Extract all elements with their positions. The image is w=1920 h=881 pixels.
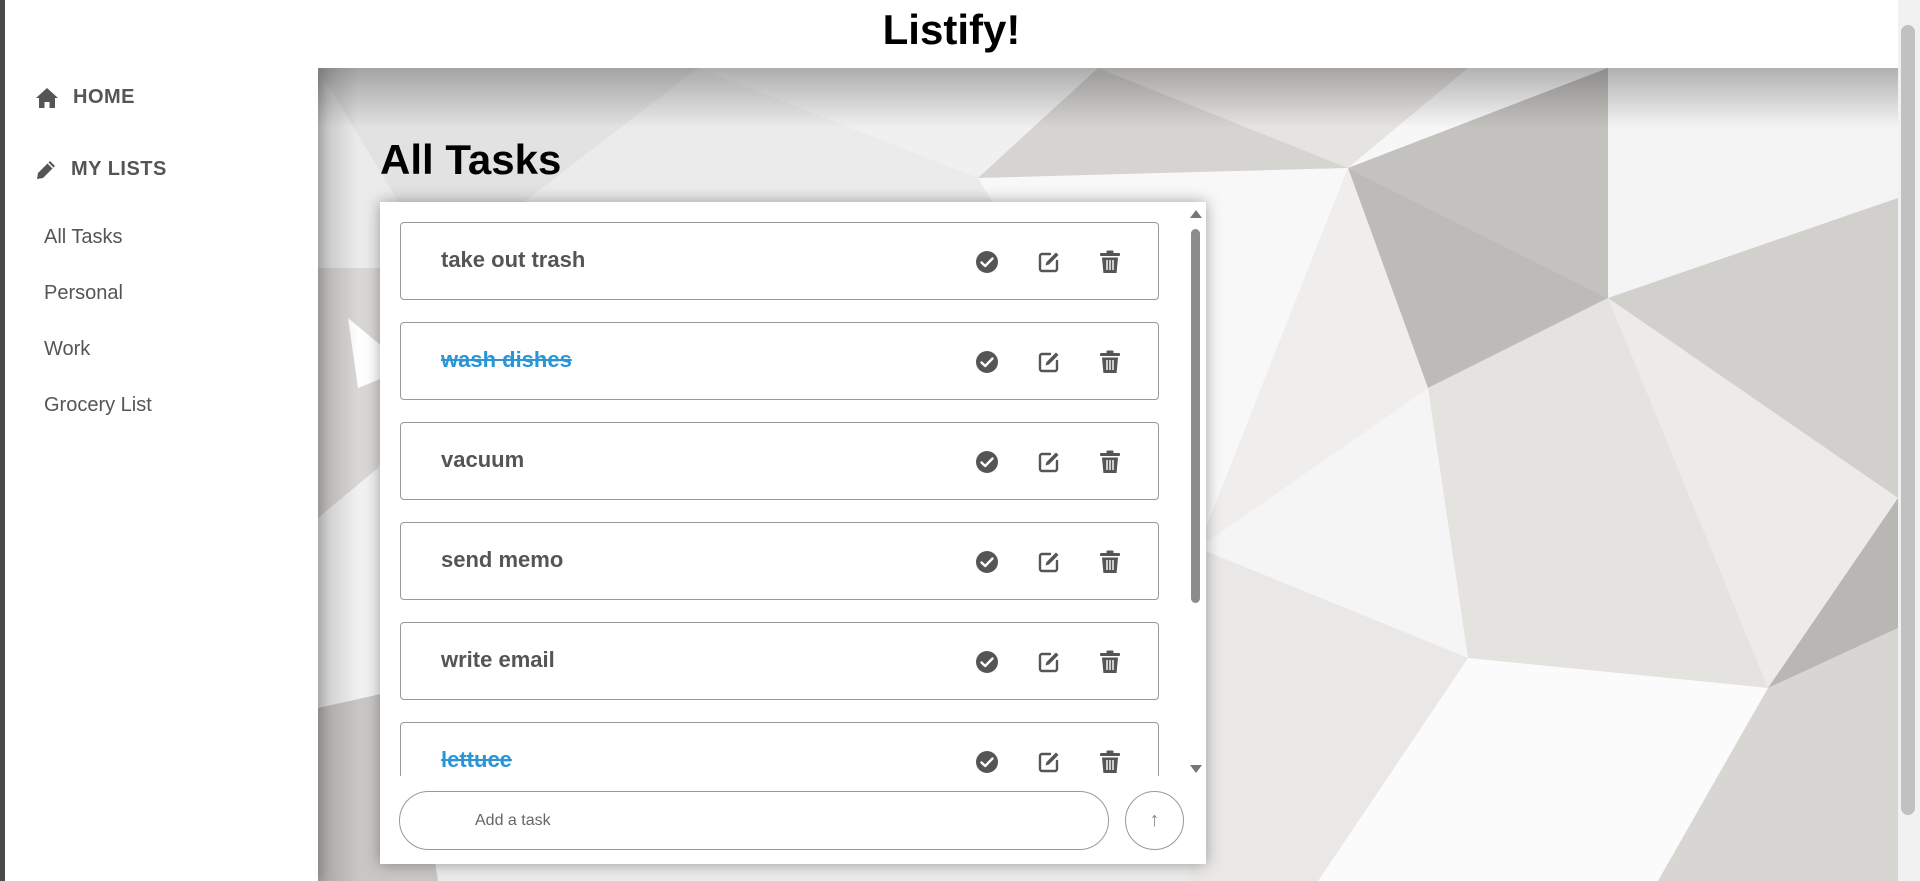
nav-my-lists-label: MY LISTS bbox=[71, 158, 167, 180]
trash-icon[interactable] bbox=[1096, 448, 1124, 476]
task-text: lettuce bbox=[441, 747, 512, 772]
app-title: Listify! bbox=[882, 6, 1021, 53]
add-task-bar: ↑ bbox=[380, 776, 1206, 864]
home-icon bbox=[35, 87, 59, 109]
edit-icon[interactable] bbox=[1035, 448, 1063, 476]
task-text: send memo bbox=[441, 547, 564, 572]
task-row[interactable]: write email bbox=[400, 622, 1159, 700]
trash-icon[interactable] bbox=[1096, 648, 1124, 676]
edit-icon[interactable] bbox=[1035, 548, 1063, 576]
header: Listify! bbox=[5, 0, 1898, 68]
nav-home[interactable]: HOME bbox=[35, 86, 135, 109]
header-shadow bbox=[318, 68, 1898, 128]
task-panel: take out trash wash dishes vacuum send memo… bbox=[380, 202, 1206, 864]
task-row[interactable]: vacuum bbox=[400, 422, 1159, 500]
scroll-up-arrow-icon[interactable] bbox=[1190, 210, 1202, 218]
check-circle-icon[interactable] bbox=[973, 248, 1001, 276]
trash-icon[interactable] bbox=[1096, 748, 1124, 776]
check-circle-icon[interactable] bbox=[973, 448, 1001, 476]
edit-icon[interactable] bbox=[1035, 748, 1063, 776]
task-text: wash dishes bbox=[441, 347, 572, 372]
task-row[interactable]: take out trash bbox=[400, 222, 1159, 300]
task-row[interactable]: lettuce bbox=[400, 722, 1159, 776]
main-content: All Tasks take out trash wash dishes vacuu… bbox=[318, 68, 1898, 881]
task-list[interactable]: take out trash wash dishes vacuum send memo… bbox=[380, 202, 1186, 776]
sidebar-item-personal[interactable]: Personal bbox=[44, 282, 123, 305]
pencil-icon bbox=[35, 159, 57, 181]
nav-home-label: HOME bbox=[73, 86, 135, 108]
trash-icon[interactable] bbox=[1096, 248, 1124, 276]
check-circle-icon[interactable] bbox=[973, 348, 1001, 376]
task-text: vacuum bbox=[441, 447, 525, 472]
edit-icon[interactable] bbox=[1035, 348, 1063, 376]
add-task-input[interactable] bbox=[399, 791, 1109, 850]
sidebar-shadow bbox=[318, 68, 358, 881]
app-window: Listify! HOME MY LISTS All Tasks Persona… bbox=[5, 0, 1898, 881]
task-text: take out trash bbox=[441, 247, 586, 272]
task-text: write email bbox=[441, 647, 555, 672]
task-row[interactable]: send memo bbox=[400, 522, 1159, 600]
trash-icon[interactable] bbox=[1096, 548, 1124, 576]
nav-my-lists[interactable]: MY LISTS bbox=[35, 158, 167, 181]
window-scrollbar-thumb[interactable] bbox=[1901, 25, 1915, 815]
task-row[interactable]: wash dishes bbox=[400, 322, 1159, 400]
window-scrollbar[interactable] bbox=[1898, 0, 1920, 881]
check-circle-icon[interactable] bbox=[973, 648, 1001, 676]
check-circle-icon[interactable] bbox=[973, 548, 1001, 576]
edit-icon[interactable] bbox=[1035, 648, 1063, 676]
edit-icon[interactable] bbox=[1035, 248, 1063, 276]
sidebar-item-all-tasks[interactable]: All Tasks bbox=[44, 226, 123, 249]
page-title: All Tasks bbox=[380, 136, 562, 183]
check-circle-icon[interactable] bbox=[973, 748, 1001, 776]
sidebar-item-grocery-list[interactable]: Grocery List bbox=[44, 394, 152, 417]
add-task-button[interactable]: ↑ bbox=[1125, 791, 1184, 850]
task-list-scrollbar[interactable] bbox=[1186, 202, 1206, 776]
scrollbar-thumb[interactable] bbox=[1191, 229, 1200, 603]
sidebar-item-work[interactable]: Work bbox=[44, 338, 90, 361]
scroll-down-arrow-icon[interactable] bbox=[1190, 765, 1202, 773]
sidebar: HOME MY LISTS All Tasks Personal Work Gr… bbox=[5, 68, 318, 881]
trash-icon[interactable] bbox=[1096, 348, 1124, 376]
